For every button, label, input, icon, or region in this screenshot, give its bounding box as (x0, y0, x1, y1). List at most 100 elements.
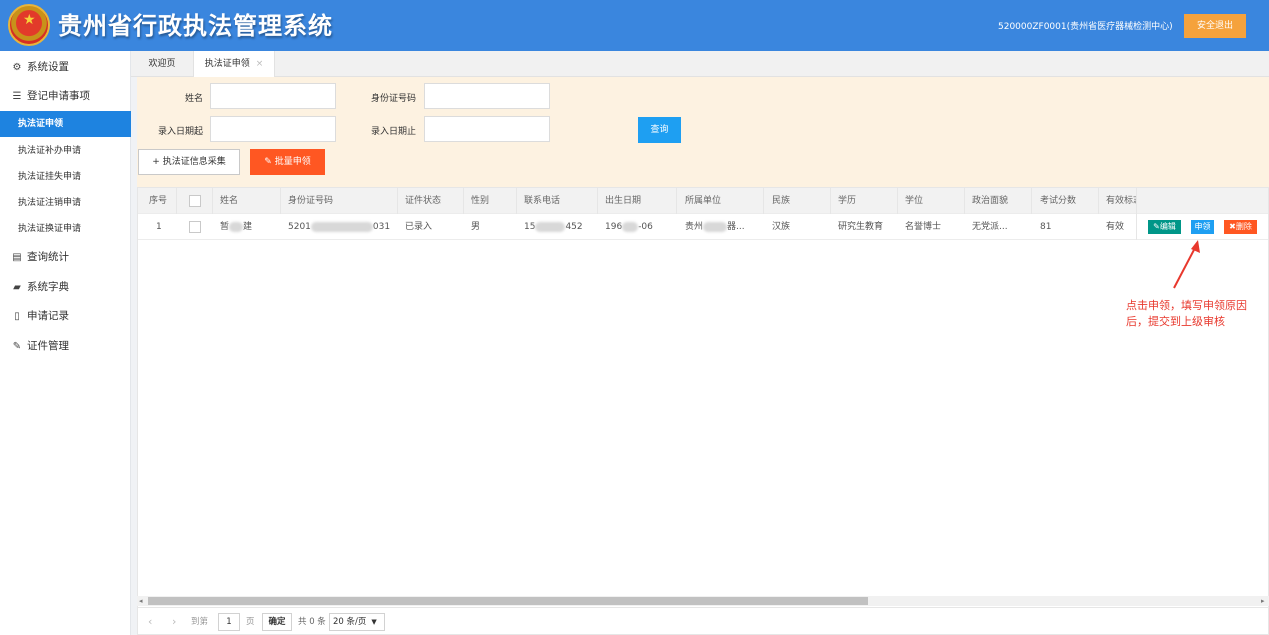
horizontal-scrollbar[interactable]: ◂ ▸ (137, 596, 1269, 606)
name-label: 姓名 (184, 94, 203, 104)
edit-button[interactable]: ✎编辑 (1148, 220, 1181, 234)
sidebar-subitem-license-cancel[interactable]: 执法证注销申请 (0, 190, 131, 216)
sidebar-item-apply-records[interactable]: ▯ 申请记录 (0, 302, 131, 331)
apply-button[interactable]: 申领 (1191, 220, 1214, 234)
next-page-icon[interactable]: › (172, 608, 176, 635)
id-number-input[interactable] (424, 83, 550, 109)
sidebar-item-certificate-mgmt[interactable]: ✎ 证件管理 (0, 332, 131, 361)
name-input[interactable] (210, 83, 336, 109)
document-icon: ▯ (14, 311, 20, 322)
cell-index: 1 (156, 222, 162, 232)
col-header-id-number: 身份证号码 (288, 196, 334, 206)
col-header-unit: 所属单位 (685, 196, 722, 206)
tab-label: 执法证申领 (204, 59, 250, 69)
date-to-label: 录入日期止 (370, 127, 416, 137)
prev-page-icon[interactable]: ‹ (148, 608, 152, 635)
confirm-page-button[interactable]: 确定 (262, 613, 292, 631)
sidebar-subitem-license-apply[interactable]: 执法证申领 (0, 111, 131, 137)
wrench-icon: ✎ (12, 341, 22, 352)
col-header-gender: 性别 (471, 196, 490, 206)
pagination: ‹ › 到第 1 页 确定 共 0 条 20 条/页 ▼ (137, 607, 1269, 635)
cell-phone: 15 452 (524, 221, 583, 232)
date-to-input[interactable] (424, 116, 550, 142)
table-header-row: 序号 姓名 身份证号码 证件状态 性别 联系电话 出生日期 所属单位 民族 学历… (138, 188, 1268, 214)
tab-bar: 欢迎页 执法证申领 × (131, 51, 1269, 77)
sliders-icon: ☰ (12, 91, 22, 102)
col-header-birth-date: 出生日期 (605, 196, 642, 206)
sidebar-subitem-license-renew[interactable]: 执法证换证申请 (0, 216, 131, 242)
sidebar-item-label: 查询统计 (27, 251, 69, 263)
cell-name: 暂建 (220, 221, 253, 232)
sidebar-item-label: 申请记录 (27, 310, 69, 322)
scrollbar-thumb[interactable] (148, 597, 868, 605)
logout-button[interactable]: 安全退出 (1184, 14, 1246, 38)
cell-valid: 有效 (1106, 222, 1125, 232)
sidebar-item-label: 系统设置 (27, 61, 69, 73)
current-user-info: 520000ZF0001(贵州省医疗器械检测中心) (998, 22, 1173, 32)
collect-license-info-button[interactable]: + 执法证信息采集 (138, 149, 240, 175)
cell-unit: 贵州 器... (685, 221, 745, 232)
row-checkbox[interactable] (189, 221, 201, 233)
page-size-select[interactable]: 20 条/页 ▼ (329, 613, 385, 631)
col-header-index: 序号 (149, 196, 168, 206)
col-header-phone: 联系电话 (524, 196, 561, 206)
sidebar-subitem-license-loss[interactable]: 执法证挂失申请 (0, 164, 131, 190)
delete-button[interactable]: ✖删除 (1224, 220, 1257, 234)
page-number-input[interactable]: 1 (218, 613, 240, 631)
caret-down-icon: ▼ (371, 618, 377, 626)
annotation-arrow (1173, 240, 1200, 289)
sidebar-item-registration[interactable]: ☰ 登记申请事项 (0, 82, 131, 111)
cell-id-number: 5201 031 (288, 221, 391, 232)
cell-degree: 名誉博士 (905, 222, 942, 232)
col-header-status: 证件状态 (405, 196, 442, 206)
col-header-score: 考试分数 (1040, 196, 1077, 206)
pencil-icon: ✎ (264, 157, 275, 167)
col-header-degree: 学位 (905, 196, 924, 206)
sidebar-item-label: 系统字典 (27, 281, 69, 293)
col-header-name: 姓名 (220, 196, 239, 206)
book-icon: ▰ (13, 282, 21, 293)
annotation-text: 点击申领，填写申领原因后，提交到上级审核 (1126, 299, 1247, 328)
col-header-valid: 有效标志 (1106, 196, 1136, 206)
app-title: 贵州省行政执法管理系统 (58, 12, 333, 40)
license-table: 序号 姓名 身份证号码 证件状态 性别 联系电话 出生日期 所属单位 民族 学历… (137, 187, 1269, 608)
date-from-input[interactable] (210, 116, 336, 142)
col-header-political: 政治面貌 (972, 196, 1009, 206)
id-number-label: 身份证号码 (370, 94, 416, 104)
batch-apply-button[interactable]: ✎ 批量申领 (250, 149, 325, 175)
cell-education: 研究生教育 (838, 222, 884, 232)
sidebar-item-system-settings[interactable]: ⚙ 系统设置 (0, 53, 131, 82)
sidebar-item-query-stats[interactable]: ▤ 查询统计 (0, 243, 131, 272)
trash-icon: ✖ (1229, 222, 1236, 231)
tab-welcome[interactable]: 欢迎页 (137, 51, 187, 77)
top-header: 贵州省行政执法管理系统 520000ZF0001(贵州省医疗器械检测中心) 安全… (0, 0, 1269, 51)
cell-political: 无党派... (972, 222, 1008, 232)
table-row[interactable]: 1 暂建 5201 031 已录入 男 15 452 196 -06 贵州 器... 汉… (138, 214, 1268, 240)
total-count: 共 0 条 (298, 617, 326, 627)
date-from-label: 录入日期起 (157, 127, 203, 137)
search-panel: 姓名 身份证号码 录入日期起 录入日期止 查询 + 执法证信息采集 ✎ 批量申领 (137, 77, 1269, 187)
cell-ethnicity: 汉族 (772, 222, 791, 232)
cell-score: 81 (1040, 222, 1052, 232)
close-icon[interactable]: × (256, 59, 264, 69)
scroll-right-arrow-icon[interactable]: ▸ (1261, 596, 1265, 606)
cell-status: 已录入 (405, 222, 433, 232)
tab-license-apply[interactable]: 执法证申领 × (193, 51, 275, 77)
page-unit-label: 页 (246, 617, 255, 627)
cell-gender: 男 (471, 222, 481, 232)
scroll-left-arrow-icon[interactable]: ◂ (139, 596, 143, 606)
goto-label: 到第 (191, 617, 209, 627)
gear-icon: ⚙ (12, 62, 22, 73)
cell-birth-date: 196 -06 (605, 221, 653, 232)
pencil-icon: ✎ (1153, 222, 1160, 231)
col-header-ethnicity: 民族 (772, 196, 791, 206)
query-button[interactable]: 查询 (638, 117, 681, 143)
select-all-checkbox[interactable] (189, 195, 201, 207)
sidebar-item-dictionary[interactable]: ▰ 系统字典 (0, 273, 131, 302)
national-emblem-logo (8, 4, 50, 46)
database-icon: ▤ (12, 252, 22, 263)
sidebar-nav: ⚙ 系统设置 ☰ 登记申请事项 执法证申领 执法证补办申请 执法证挂失申请 执法证注… (0, 51, 131, 635)
col-header-education: 学历 (838, 196, 857, 206)
batch-apply-label: 批量申领 (274, 157, 311, 167)
sidebar-subitem-license-reissue[interactable]: 执法证补办申请 (0, 138, 131, 164)
